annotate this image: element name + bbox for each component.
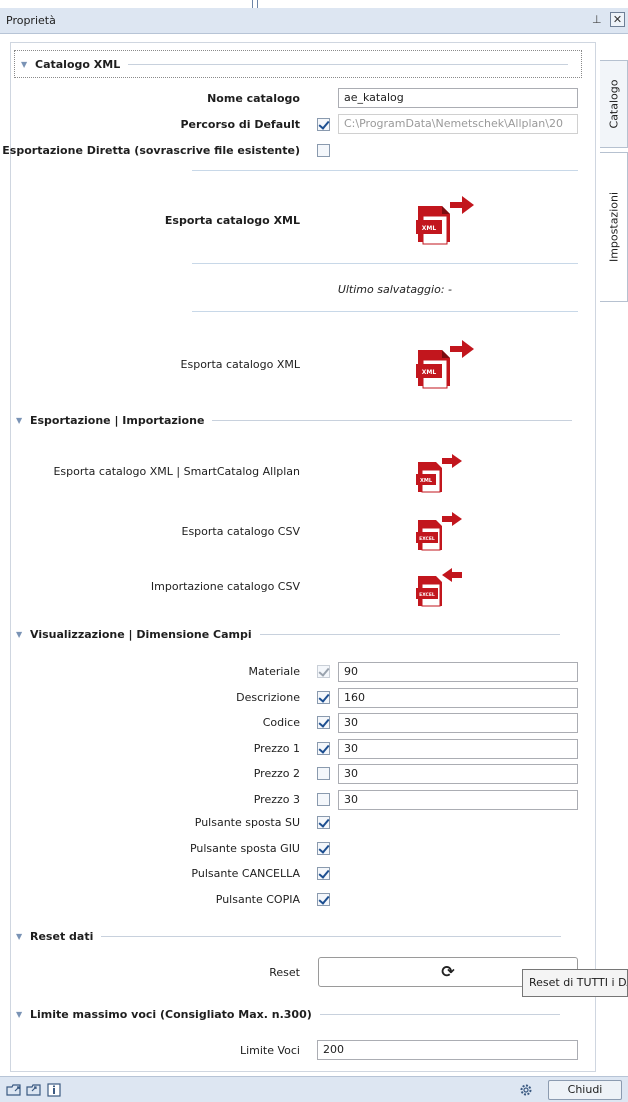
pin-icon[interactable]: ⊥ <box>592 13 602 26</box>
esporta-csv-label: Esporta catalogo CSV <box>181 525 301 538</box>
export-csv-icon[interactable]: EXCEL <box>414 510 468 557</box>
button-visibility-label: Pulsante sposta GIU <box>189 842 300 855</box>
separator <box>192 263 578 264</box>
nome-catalogo-label: Nome catalogo <box>207 92 300 105</box>
collapse-arrow-icon: ▼ <box>16 931 23 941</box>
button-visibility-checkbox[interactable] <box>317 893 330 906</box>
limite-voci-input[interactable]: 200 <box>317 1040 578 1060</box>
collapse-arrow-icon: ▼ <box>16 415 23 425</box>
esportazione-diretta-label: Esportazione Diretta (sovrascrive file e… <box>2 144 300 157</box>
esporta-xml-bold-label: Esporta catalogo XML <box>164 214 300 227</box>
button-visibility-checkbox[interactable] <box>317 842 330 855</box>
section-divider <box>128 63 569 65</box>
percorso-input[interactable]: C:\ProgramData\Nemetschek\Allplan\20 <box>338 114 578 134</box>
ultimo-salvataggio: Ultimo salvataggio: - <box>337 283 452 296</box>
section-title: Limite massimo voci (Consigliato Max. n.… <box>30 1007 312 1021</box>
field-label: Materiale <box>248 665 300 678</box>
separator <box>192 170 578 171</box>
field-size-input[interactable]: 90 <box>338 662 578 682</box>
info-icon[interactable] <box>46 1082 62 1098</box>
field-visible-checkbox[interactable] <box>317 793 330 806</box>
tab-impostazioni-label: Impostazioni <box>607 191 620 263</box>
footer-bar: Chiudi <box>0 1076 628 1102</box>
esporta-xml-label: Esporta catalogo XML <box>180 358 300 371</box>
button-visibility-label: Pulsante CANCELLA <box>191 867 300 880</box>
field-label: Prezzo 2 <box>253 767 300 780</box>
section-visualizzazione[interactable]: ▼ Visualizzazione | Dimensione Campi <box>16 624 582 644</box>
field-size-input[interactable]: 30 <box>338 713 578 733</box>
tab-catalogo[interactable]: Catalogo <box>600 60 628 148</box>
field-label: Descrizione <box>236 691 300 704</box>
importazione-csv-label: Importazione catalogo CSV <box>150 580 300 593</box>
section-title: Esportazione | Importazione <box>30 413 205 427</box>
window-title: Proprietà <box>6 14 56 27</box>
separator <box>192 311 578 312</box>
export-icon[interactable] <box>26 1082 42 1098</box>
percorso-label: Percorso di Default <box>180 118 300 131</box>
field-label: Prezzo 1 <box>253 742 300 755</box>
section-catalogo-xml[interactable]: ▼ Catalogo XML <box>14 50 582 78</box>
excel-icon-text: EXCEL <box>419 536 435 542</box>
import-csv-icon[interactable]: EXCEL <box>414 566 468 613</box>
xml-icon-text: XML <box>422 369 437 376</box>
button-visibility-label: Pulsante COPIA <box>215 893 300 906</box>
collapse-arrow-icon: ▼ <box>16 1009 23 1019</box>
section-divider <box>259 633 560 635</box>
nome-catalogo-input[interactable]: ae_katalog <box>338 88 578 108</box>
close-window-button[interactable]: ✕ <box>610 12 625 27</box>
field-label: Codice <box>262 716 300 729</box>
title-bar: Proprietà ⊥ ✕ <box>0 8 628 34</box>
reset-tooltip: Reset di TUTTI i DA <box>522 969 628 997</box>
button-visibility-label: Pulsante sposta SU <box>194 816 300 829</box>
section-divider <box>101 935 562 937</box>
esporta-smartcatalog-label: Esporta catalogo XML | SmartCatalog Allp… <box>53 465 300 478</box>
section-divider <box>319 1013 560 1015</box>
field-size-input[interactable]: 30 <box>338 764 578 784</box>
open-folder-icon[interactable] <box>6 1082 22 1098</box>
field-visible-checkbox[interactable] <box>317 716 330 729</box>
excel-icon-text: EXCEL <box>419 592 435 598</box>
collapse-arrow-icon: ▼ <box>21 59 28 69</box>
xml-icon-text: XML <box>422 225 437 232</box>
chiudi-button[interactable]: Chiudi <box>548 1080 622 1100</box>
field-visible-checkbox[interactable] <box>317 742 330 755</box>
xml-icon-text: XML <box>420 478 433 484</box>
export-xml-icon[interactable]: XML <box>414 336 478 397</box>
esportazione-diretta-checkbox[interactable] <box>317 144 330 157</box>
field-size-input[interactable]: 30 <box>338 790 578 810</box>
section-title: Catalogo XML <box>35 57 121 71</box>
button-visibility-checkbox[interactable] <box>317 867 330 880</box>
limite-voci-label: Limite Voci <box>239 1044 300 1057</box>
export-xml-icon[interactable]: XML <box>414 452 468 499</box>
field-label: Prezzo 3 <box>253 793 300 806</box>
field-visible-checkbox[interactable] <box>317 691 330 704</box>
section-esportazione-importazione[interactable]: ▼ Esportazione | Importazione <box>16 410 582 430</box>
button-visibility-checkbox[interactable] <box>317 816 330 829</box>
reset-label: Reset <box>269 966 300 979</box>
tab-catalogo-label: Catalogo <box>607 79 620 129</box>
section-title: Reset dati <box>30 929 94 943</box>
section-reset-dati[interactable]: ▼ Reset dati <box>16 926 582 946</box>
section-limite-voci[interactable]: ▼ Limite massimo voci (Consigliato Max. … <box>16 1004 582 1024</box>
gear-icon[interactable] <box>518 1082 534 1098</box>
section-title: Visualizzazione | Dimensione Campi <box>30 627 252 641</box>
properties-panel <box>10 42 596 1072</box>
section-divider <box>212 419 573 421</box>
field-visible-checkbox[interactable] <box>317 767 330 780</box>
tab-impostazioni[interactable]: Impostazioni <box>600 152 628 302</box>
export-xml-icon[interactable]: XML <box>414 192 478 253</box>
field-size-input[interactable]: 160 <box>338 688 578 708</box>
collapse-arrow-icon: ▼ <box>16 629 23 639</box>
percorso-default-checkbox[interactable] <box>317 118 330 131</box>
field-size-input[interactable]: 30 <box>338 739 578 759</box>
field-visible-checkbox[interactable] <box>317 665 330 678</box>
